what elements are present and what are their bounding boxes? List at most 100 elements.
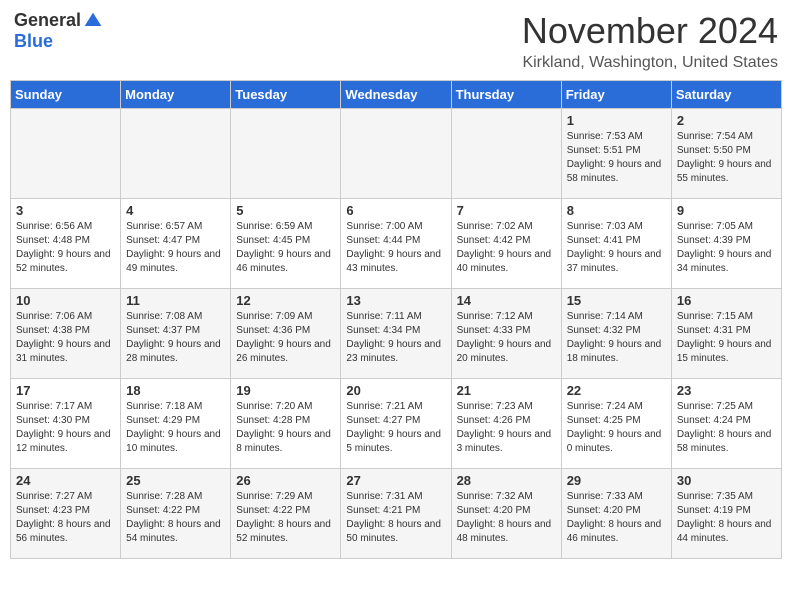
calendar-cell: 12 Sunrise: 7:09 AM Sunset: 4:36 PM Dayli… — [231, 289, 341, 379]
day-info: Sunrise: 7:02 AM Sunset: 4:42 PM Dayligh… — [457, 220, 556, 276]
day-info: Sunrise: 7:53 AM Sunset: 5:51 PM Dayligh… — [567, 130, 666, 186]
calendar-cell: 30 Sunrise: 7:35 AM Sunset: 4:19 PM Dayli… — [671, 469, 781, 559]
day-info: Sunrise: 7:21 AM Sunset: 4:27 PM Dayligh… — [346, 400, 445, 456]
calendar-cell — [231, 109, 341, 199]
calendar-cell: 1 Sunrise: 7:53 AM Sunset: 5:51 PM Daylig… — [561, 109, 671, 199]
calendar-cell: 22 Sunrise: 7:24 AM Sunset: 4:25 PM Dayli… — [561, 379, 671, 469]
calendar-cell: 11Sunrise: 7:08 AM Sunset: 4:37 PM Dayli… — [121, 289, 231, 379]
calendar-cell: 4 Sunrise: 6:57 AM Sunset: 4:47 PM Daylig… — [121, 199, 231, 289]
calendar-table: SundayMondayTuesdayWednesdayThursdayFrid… — [10, 80, 782, 559]
calendar-week-row: 10 Sunrise: 7:06 AM Sunset: 4:38 PM Dayli… — [11, 289, 782, 379]
title-section: November 2024 Kirkland, Washington, Unit… — [522, 10, 778, 72]
day-info: Sunrise: 6:59 AM Sunset: 4:45 PM Dayligh… — [236, 220, 335, 276]
calendar-week-row: 3 Sunrise: 6:56 AM Sunset: 4:48 PM Daylig… — [11, 199, 782, 289]
calendar-header-tuesday: Tuesday — [231, 81, 341, 109]
calendar-cell: 17 Sunrise: 7:17 AM Sunset: 4:30 PM Dayli… — [11, 379, 121, 469]
calendar-cell — [341, 109, 451, 199]
calendar-week-row: 24Sunrise: 7:27 AM Sunset: 4:23 PM Dayli… — [11, 469, 782, 559]
day-info: Sunrise: 6:56 AM Sunset: 4:48 PM Dayligh… — [16, 220, 115, 276]
day-info: Sunrise: 7:29 AM Sunset: 4:22 PM Dayligh… — [236, 490, 335, 546]
calendar-cell: 28Sunrise: 7:32 AM Sunset: 4:20 PM Dayli… — [451, 469, 561, 559]
calendar-header-row: SundayMondayTuesdayWednesdayThursdayFrid… — [11, 81, 782, 109]
calendar-cell: 14 Sunrise: 7:12 AM Sunset: 4:33 PM Dayli… — [451, 289, 561, 379]
day-number: 25 — [126, 473, 225, 488]
day-info: Sunrise: 7:06 AM Sunset: 4:38 PM Dayligh… — [16, 310, 115, 366]
day-info: Sunrise: 7:20 AM Sunset: 4:28 PM Dayligh… — [236, 400, 335, 456]
day-number: 4 — [126, 203, 225, 218]
logo-icon — [83, 11, 103, 31]
day-info: Sunrise: 7:33 AM Sunset: 4:20 PM Dayligh… — [567, 490, 666, 546]
day-number: 7 — [457, 203, 556, 218]
day-number: 6 — [346, 203, 445, 218]
calendar-cell: 13 Sunrise: 7:11 AM Sunset: 4:34 PM Dayli… — [341, 289, 451, 379]
calendar-header-friday: Friday — [561, 81, 671, 109]
day-info: Sunrise: 7:09 AM Sunset: 4:36 PM Dayligh… — [236, 310, 335, 366]
day-number: 1 — [567, 113, 666, 128]
day-number: 5 — [236, 203, 335, 218]
day-number: 18 — [126, 383, 225, 398]
day-number: 11 — [126, 293, 225, 308]
calendar-cell: 2 Sunrise: 7:54 AM Sunset: 5:50 PM Daylig… — [671, 109, 781, 199]
day-number: 27 — [346, 473, 445, 488]
month-title: November 2024 — [522, 10, 778, 52]
calendar-cell: 18Sunrise: 7:18 AM Sunset: 4:29 PM Dayli… — [121, 379, 231, 469]
day-number: 10 — [16, 293, 115, 308]
calendar-header-sunday: Sunday — [11, 81, 121, 109]
day-number: 29 — [567, 473, 666, 488]
calendar-cell — [121, 109, 231, 199]
day-info: Sunrise: 7:54 AM Sunset: 5:50 PM Dayligh… — [677, 130, 776, 186]
day-number: 21 — [457, 383, 556, 398]
calendar-cell: 5 Sunrise: 6:59 AM Sunset: 4:45 PM Daylig… — [231, 199, 341, 289]
day-info: Sunrise: 7:17 AM Sunset: 4:30 PM Dayligh… — [16, 400, 115, 456]
day-info: Sunrise: 7:23 AM Sunset: 4:26 PM Dayligh… — [457, 400, 556, 456]
day-info: Sunrise: 6:57 AM Sunset: 4:47 PM Dayligh… — [126, 220, 225, 276]
day-number: 17 — [16, 383, 115, 398]
day-number: 12 — [236, 293, 335, 308]
calendar-header-saturday: Saturday — [671, 81, 781, 109]
day-info: Sunrise: 7:14 AM Sunset: 4:32 PM Dayligh… — [567, 310, 666, 366]
calendar-header-thursday: Thursday — [451, 81, 561, 109]
calendar-header-wednesday: Wednesday — [341, 81, 451, 109]
day-info: Sunrise: 7:24 AM Sunset: 4:25 PM Dayligh… — [567, 400, 666, 456]
day-number: 8 — [567, 203, 666, 218]
calendar-cell: 26Sunrise: 7:29 AM Sunset: 4:22 PM Dayli… — [231, 469, 341, 559]
day-number: 9 — [677, 203, 776, 218]
day-number: 19 — [236, 383, 335, 398]
calendar-week-row: 17 Sunrise: 7:17 AM Sunset: 4:30 PM Dayli… — [11, 379, 782, 469]
calendar-cell: 21 Sunrise: 7:23 AM Sunset: 4:26 PM Dayli… — [451, 379, 561, 469]
calendar-cell: 6 Sunrise: 7:00 AM Sunset: 4:44 PM Daylig… — [341, 199, 451, 289]
day-number: 13 — [346, 293, 445, 308]
calendar-cell: 20Sunrise: 7:21 AM Sunset: 4:27 PM Dayli… — [341, 379, 451, 469]
day-number: 2 — [677, 113, 776, 128]
logo-blue-text: Blue — [14, 31, 53, 52]
calendar-cell: 9 Sunrise: 7:05 AM Sunset: 4:39 PM Daylig… — [671, 199, 781, 289]
day-number: 14 — [457, 293, 556, 308]
day-number: 23 — [677, 383, 776, 398]
calendar-cell: 29 Sunrise: 7:33 AM Sunset: 4:20 PM Dayli… — [561, 469, 671, 559]
logo: General Blue — [14, 10, 103, 52]
calendar-cell: 27 Sunrise: 7:31 AM Sunset: 4:21 PM Dayli… — [341, 469, 451, 559]
calendar-cell: 10 Sunrise: 7:06 AM Sunset: 4:38 PM Dayli… — [11, 289, 121, 379]
day-number: 24 — [16, 473, 115, 488]
day-info: Sunrise: 7:12 AM Sunset: 4:33 PM Dayligh… — [457, 310, 556, 366]
calendar-cell: 8 Sunrise: 7:03 AM Sunset: 4:41 PM Daylig… — [561, 199, 671, 289]
calendar-cell: 25 Sunrise: 7:28 AM Sunset: 4:22 PM Dayli… — [121, 469, 231, 559]
day-info: Sunrise: 7:11 AM Sunset: 4:34 PM Dayligh… — [346, 310, 445, 366]
day-info: Sunrise: 7:28 AM Sunset: 4:22 PM Dayligh… — [126, 490, 225, 546]
day-number: 3 — [16, 203, 115, 218]
day-info: Sunrise: 7:00 AM Sunset: 4:44 PM Dayligh… — [346, 220, 445, 276]
day-info: Sunrise: 7:31 AM Sunset: 4:21 PM Dayligh… — [346, 490, 445, 546]
calendar-cell: 23Sunrise: 7:25 AM Sunset: 4:24 PM Dayli… — [671, 379, 781, 469]
calendar-cell: 15Sunrise: 7:14 AM Sunset: 4:32 PM Dayli… — [561, 289, 671, 379]
calendar-cell: 7 Sunrise: 7:02 AM Sunset: 4:42 PM Daylig… — [451, 199, 561, 289]
day-number: 16 — [677, 293, 776, 308]
day-info: Sunrise: 7:03 AM Sunset: 4:41 PM Dayligh… — [567, 220, 666, 276]
day-number: 30 — [677, 473, 776, 488]
day-info: Sunrise: 7:35 AM Sunset: 4:19 PM Dayligh… — [677, 490, 776, 546]
day-info: Sunrise: 7:15 AM Sunset: 4:31 PM Dayligh… — [677, 310, 776, 366]
day-info: Sunrise: 7:05 AM Sunset: 4:39 PM Dayligh… — [677, 220, 776, 276]
calendar-cell: 24Sunrise: 7:27 AM Sunset: 4:23 PM Dayli… — [11, 469, 121, 559]
day-number: 22 — [567, 383, 666, 398]
calendar-cell — [11, 109, 121, 199]
calendar-cell: 16 Sunrise: 7:15 AM Sunset: 4:31 PM Dayli… — [671, 289, 781, 379]
